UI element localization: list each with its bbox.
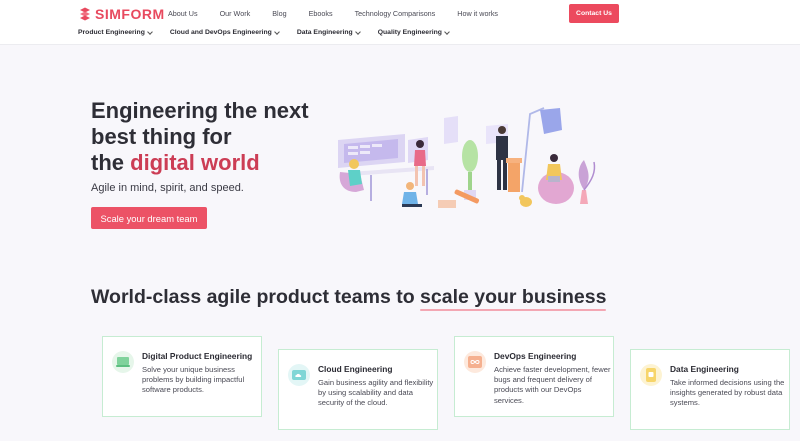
hero-title: Engineering the next best thing for the …	[91, 98, 351, 176]
database-icon	[640, 364, 662, 386]
simform-logo[interactable]: SIMFORM	[78, 6, 165, 22]
section-title: World-class agile product teams to scale…	[91, 286, 606, 309]
nav-how-it-works[interactable]: How it works	[457, 10, 498, 18]
scale-dream-team-button[interactable]: Scale your dream team	[91, 207, 207, 229]
chevron-down-icon	[147, 28, 153, 35]
nav-technology-comparisons[interactable]: Technology Comparisons	[355, 10, 436, 18]
subnav-data-engineering[interactable]: Data Engineering	[296, 28, 361, 36]
hero-illustration	[330, 100, 598, 220]
subnav-label: Quality Engineering	[377, 29, 442, 36]
top-navigation: About Us Our Work Blog Ebooks Technology…	[168, 10, 520, 18]
chevron-down-icon	[273, 28, 280, 35]
subnav-product-engineering[interactable]: Product Engineering	[78, 28, 153, 36]
chevron-down-icon	[444, 28, 450, 35]
nav-blog[interactable]: Blog	[272, 10, 286, 18]
subnav-label: Data Engineering	[296, 29, 353, 36]
card-description: Achieve faster development, fewer bugs a…	[494, 365, 611, 405]
hero-title-line1: Engineering the next	[91, 98, 309, 123]
service-card-digital-product[interactable]: Digital Product Engineering Solve your u…	[102, 336, 262, 417]
card-description: Solve your unique business problems by b…	[142, 365, 245, 395]
hero-title-line3: the	[91, 150, 131, 175]
subnav-label: Cloud and DevOps Engineering	[169, 29, 272, 36]
service-card-devops[interactable]: DevOps Engineering Achieve faster develo…	[454, 336, 614, 417]
nav-about-us[interactable]: About Us	[168, 10, 198, 18]
hero-subtitle: Agile in mind, spirit, and speed.	[91, 182, 244, 194]
section-title-main: World-class agile product teams to	[91, 286, 421, 308]
infinity-icon	[464, 351, 486, 373]
chevron-down-icon	[354, 28, 361, 35]
nav-our-work[interactable]: Our Work	[220, 10, 251, 18]
card-title: DevOps Engineering	[494, 351, 577, 361]
subnav-quality-engineering[interactable]: Quality Engineering	[377, 28, 450, 36]
hero-title-accent: digital world	[130, 150, 260, 175]
card-description: Gain business agility and flexibility by…	[318, 378, 434, 408]
service-card-data[interactable]: Data Engineering Take informed decisions…	[630, 349, 790, 430]
service-navigation: Product Engineering Cloud and DevOps Eng…	[78, 28, 467, 36]
subnav-cloud-devops[interactable]: Cloud and DevOps Engineering	[169, 28, 280, 36]
section-title-highlight: scale your business	[420, 286, 607, 308]
card-description: Take informed decisions using the insigh…	[670, 378, 785, 408]
brand-name: SIMFORM	[95, 6, 165, 22]
cloud-icon	[288, 364, 310, 386]
simform-logo-icon	[78, 7, 92, 21]
contact-us-button[interactable]: Contact Us	[569, 4, 619, 23]
card-title: Cloud Engineering	[318, 364, 393, 374]
team-workspace-illustration	[338, 107, 596, 208]
card-title: Digital Product Engineering	[142, 351, 253, 361]
laptop-icon	[112, 351, 134, 373]
hero-title-line2: best thing for	[91, 124, 232, 149]
card-title: Data Engineering	[670, 364, 739, 374]
nav-ebooks[interactable]: Ebooks	[309, 10, 333, 18]
service-card-cloud[interactable]: Cloud Engineering Gain business agility …	[278, 349, 438, 430]
site-header: SIMFORM About Us Our Work Blog Ebooks Te…	[0, 0, 800, 45]
subnav-label: Product Engineering	[78, 29, 145, 36]
